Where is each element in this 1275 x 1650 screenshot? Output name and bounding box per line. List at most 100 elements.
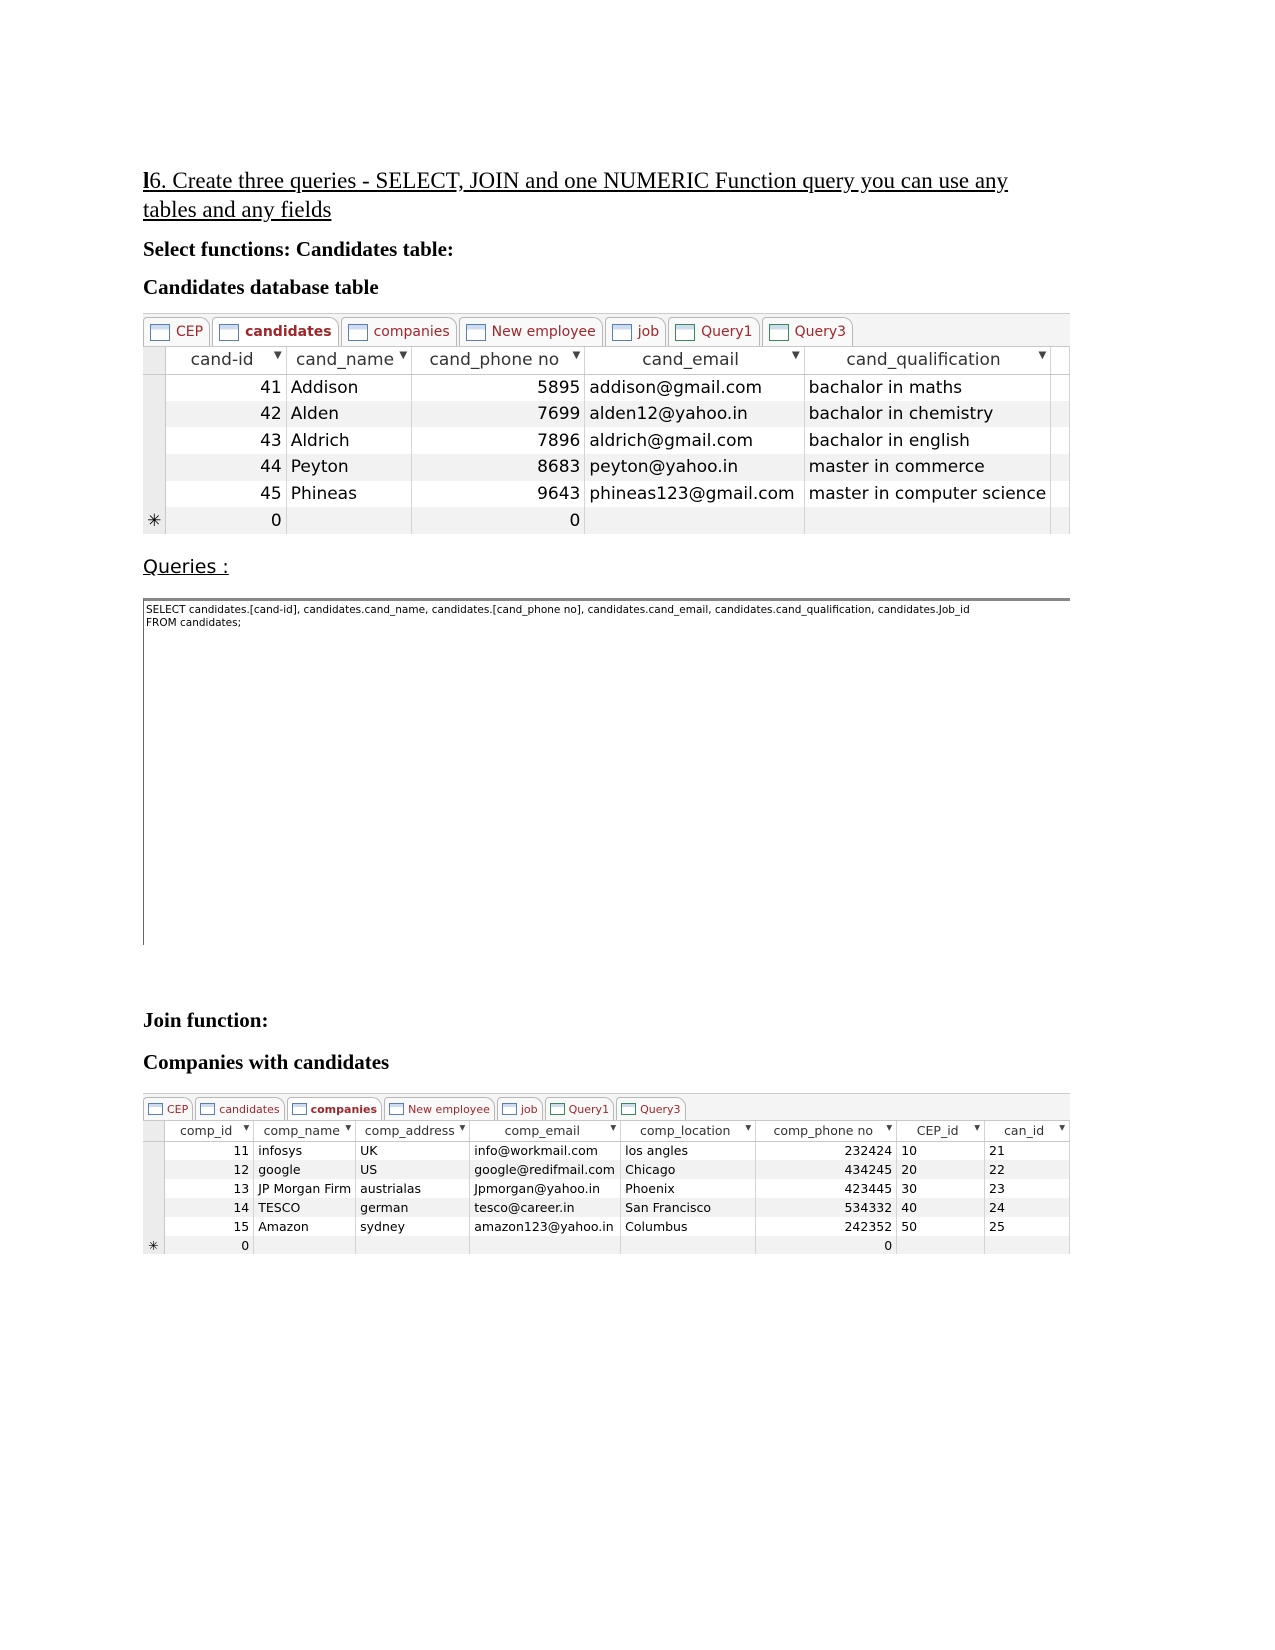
tab-query3[interactable]: Query3: [616, 1097, 686, 1120]
column-header[interactable]: cand_email ▼: [584, 347, 805, 375]
record-selector[interactable]: [143, 400, 167, 428]
select-all-corner[interactable]: [143, 1121, 165, 1142]
chevron-down-icon[interactable]: ▼: [886, 1123, 892, 1132]
cell-can_id[interactable]: 22: [984, 1160, 1070, 1179]
cell-cep_id[interactable]: 10: [896, 1141, 986, 1160]
cell-cep_id[interactable]: 40: [896, 1198, 986, 1217]
cell-can_id[interactable]: [984, 1236, 1070, 1254]
table-row[interactable]: 14 TESCO german tesco@career.in San Francisc…: [143, 1198, 1070, 1217]
tab-companies[interactable]: companies: [340, 317, 457, 346]
tab-companies[interactable]: companies: [286, 1097, 383, 1120]
record-selector[interactable]: [143, 1141, 165, 1160]
chevron-down-icon[interactable]: ▼: [573, 350, 581, 361]
chevron-down-icon[interactable]: ▼: [1038, 350, 1046, 361]
record-selector[interactable]: [143, 1198, 165, 1217]
chevron-down-icon[interactable]: ▼: [974, 1123, 980, 1132]
cell-comp_phone_no[interactable]: 534332: [755, 1198, 898, 1217]
table-row[interactable]: 45 Phineas 9643 phineas123@gmail.com master …: [143, 480, 1070, 508]
tab-cep[interactable]: CEP: [143, 317, 211, 346]
cell-cand_email[interactable]: [584, 507, 805, 534]
cell-comp_address[interactable]: german: [355, 1198, 471, 1217]
cell-comp_address[interactable]: UK: [355, 1141, 471, 1160]
cell-comp_id[interactable]: 11: [164, 1141, 255, 1160]
record-selector[interactable]: [143, 374, 167, 401]
cell-comp_email[interactable]: Jpmorgan@yahoo.in: [469, 1179, 622, 1198]
cell-comp_email[interactable]: tesco@career.in: [469, 1198, 622, 1217]
cell-cand_qualification[interactable]: bachalor in chemistry: [804, 400, 1052, 428]
chevron-down-icon[interactable]: ▼: [345, 1123, 351, 1132]
cell-comp_name[interactable]: google: [253, 1160, 357, 1179]
column-header[interactable]: comp_phone no ▼: [755, 1121, 898, 1142]
tab-query3[interactable]: Query3: [761, 317, 854, 346]
chevron-down-icon[interactable]: ▼: [399, 350, 407, 361]
tab-cep[interactable]: CEP: [143, 1097, 194, 1120]
chevron-down-icon[interactable]: ▼: [274, 350, 282, 361]
cell-cand_id[interactable]: 42: [165, 400, 287, 428]
cell-cand_name[interactable]: Alden: [286, 400, 413, 428]
column-header[interactable]: comp_id ▼: [164, 1121, 255, 1142]
cell-comp_location[interactable]: Columbus: [620, 1217, 757, 1236]
cell-comp_name[interactable]: JP Morgan Firm: [253, 1179, 357, 1198]
record-selector[interactable]: [143, 454, 167, 481]
new-record-row[interactable]: ✳ 0 0: [143, 507, 1070, 534]
chevron-down-icon[interactable]: ▼: [459, 1123, 465, 1132]
cell-comp_email[interactable]: [469, 1236, 622, 1254]
cell-cand_email[interactable]: peyton@yahoo.in: [584, 454, 805, 481]
record-selector[interactable]: ✳: [143, 1236, 165, 1254]
cell-comp_email[interactable]: info@workmail.com: [469, 1141, 622, 1160]
cell-cand_qualification[interactable]: bachalor in maths: [804, 374, 1052, 401]
cell-cep_id[interactable]: 50: [896, 1217, 986, 1236]
cell-cand_id[interactable]: 41: [165, 374, 287, 401]
cell-cand_qualification[interactable]: master in commerce: [804, 454, 1052, 481]
record-selector[interactable]: [143, 1160, 165, 1179]
record-selector[interactable]: [143, 1179, 165, 1198]
cell-comp_location[interactable]: Phoenix: [620, 1179, 757, 1198]
cell-cand_phone_no[interactable]: 7699: [411, 400, 586, 428]
table-row[interactable]: 11 infosys UK info@workmail.com los angles 23…: [143, 1141, 1070, 1160]
cell-comp_location[interactable]: [620, 1236, 757, 1254]
cell-comp_name[interactable]: TESCO: [253, 1198, 357, 1217]
cell-comp_address[interactable]: [355, 1236, 471, 1254]
table-row[interactable]: 15 Amazon sydney amazon123@yahoo.in Columbus…: [143, 1217, 1070, 1236]
cell-comp_id[interactable]: 0: [164, 1236, 255, 1254]
cell-cand_email[interactable]: aldrich@gmail.com: [584, 427, 805, 455]
cell-can_id[interactable]: 24: [984, 1198, 1070, 1217]
tab-new-employee[interactable]: New employee: [384, 1097, 495, 1120]
column-header[interactable]: cand-id ▼: [165, 347, 287, 375]
cell-cand_id[interactable]: 43: [165, 427, 287, 455]
record-selector[interactable]: [143, 427, 167, 455]
cell-cand_qualification[interactable]: bachalor in english: [804, 427, 1052, 455]
cell-comp_phone_no[interactable]: 242352: [755, 1217, 898, 1236]
cell-can_id[interactable]: 23: [984, 1179, 1070, 1198]
column-header[interactable]: can_id ▼: [984, 1121, 1070, 1142]
tab-candidates[interactable]: candidates: [195, 1097, 285, 1120]
column-header[interactable]: comp_email ▼: [469, 1121, 622, 1142]
cell-cand_id[interactable]: 0: [165, 507, 287, 534]
cell-cep_id[interactable]: 30: [896, 1179, 986, 1198]
cell-comp_id[interactable]: 14: [164, 1198, 255, 1217]
chevron-down-icon[interactable]: ▼: [1059, 1123, 1065, 1132]
table-row[interactable]: 41 Addison 5895 addison@gmail.com bachalor i…: [143, 374, 1070, 401]
cell-comp_email[interactable]: amazon123@yahoo.in: [469, 1217, 622, 1236]
cell-comp_phone_no[interactable]: 0: [755, 1236, 898, 1254]
cell-comp_address[interactable]: sydney: [355, 1217, 471, 1236]
select-all-corner[interactable]: [143, 347, 167, 375]
cell-comp_address[interactable]: US: [355, 1160, 471, 1179]
cell-comp_location[interactable]: Chicago: [620, 1160, 757, 1179]
cell-cand_name[interactable]: Aldrich: [286, 427, 413, 455]
tab-job[interactable]: job: [496, 1097, 543, 1120]
tab-new-employee[interactable]: New employee: [458, 317, 603, 346]
cell-cand_qualification[interactable]: master in computer science: [804, 480, 1052, 508]
chevron-down-icon[interactable]: ▼: [243, 1123, 249, 1132]
cell-cand_name[interactable]: Addison: [286, 374, 413, 401]
cell-cand_email[interactable]: alden12@yahoo.in: [584, 400, 805, 428]
cell-cand_name[interactable]: [286, 507, 413, 534]
cell-comp_location[interactable]: los angles: [620, 1141, 757, 1160]
cell-comp_location[interactable]: San Francisco: [620, 1198, 757, 1217]
cell-cand_name[interactable]: Phineas: [286, 480, 413, 508]
record-selector[interactable]: ✳: [143, 507, 167, 534]
tab-candidates[interactable]: candidates: [212, 317, 339, 346]
cell-comp_phone_no[interactable]: 423445: [755, 1179, 898, 1198]
chevron-down-icon[interactable]: ▼: [610, 1123, 616, 1132]
cell-can_id[interactable]: 21: [984, 1141, 1070, 1160]
